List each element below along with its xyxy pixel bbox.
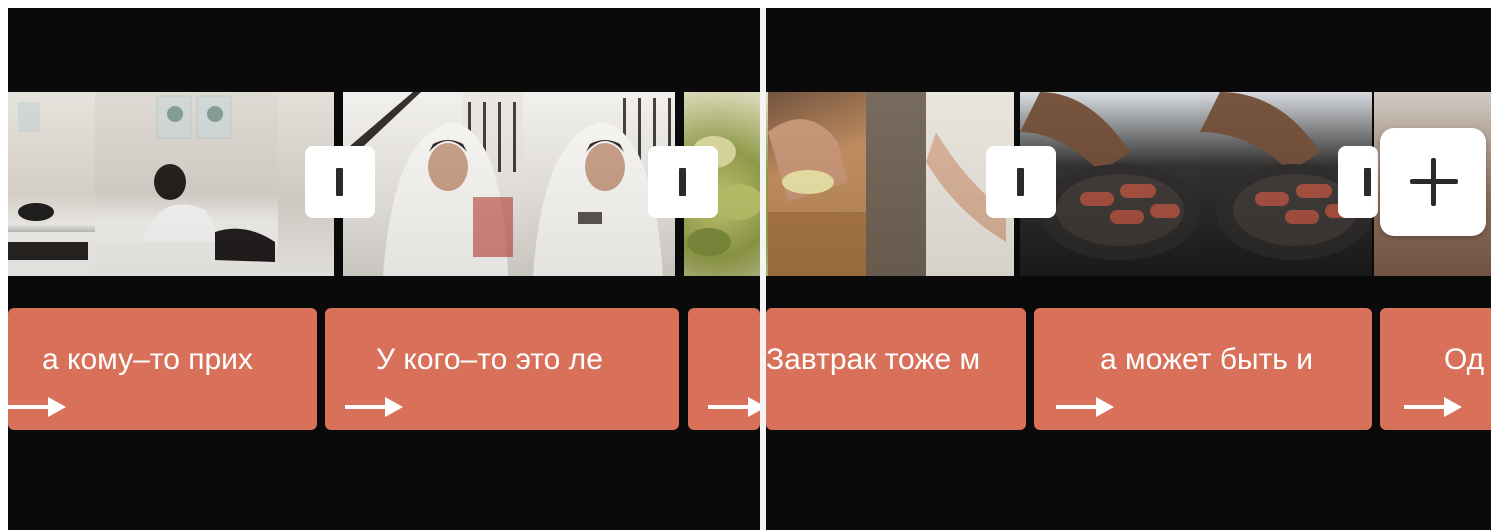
transition-button[interactable] [648,146,718,218]
caption-text: У кого–то это ле [376,343,603,376]
clip-thumbnail-blanket[interactable] [343,92,675,276]
arrow-right-icon [8,397,66,417]
transition-button[interactable] [1338,146,1378,218]
arrow-right-icon [1404,397,1462,417]
transition-button[interactable] [986,146,1056,218]
transition-icon [1017,168,1024,196]
video-timeline[interactable]: а кому–то прих У кого–то это ле Завтрак … [8,8,1491,530]
video-frame [95,92,278,276]
transition-icon [336,168,343,196]
clip-thumbnail-frying[interactable] [1020,92,1372,276]
playhead[interactable] [760,8,766,530]
caption-block[interactable]: У кого–то это ле [325,308,679,430]
caption-text: а может быть и [1100,343,1314,376]
add-clip-button[interactable] [1380,128,1486,236]
caption-block[interactable]: а кому–то прих [8,308,317,430]
video-frame [8,92,95,276]
clip-thumbnail-bedroom[interactable] [8,92,334,276]
video-frame [768,92,866,276]
arrow-right-icon [1056,397,1114,417]
transition-icon [679,168,686,196]
scene-figure [95,95,278,276]
transition-button[interactable] [305,146,375,218]
arrow-right-icon [708,397,760,417]
arrow-right-icon [345,397,403,417]
caption-text: Од [1444,343,1485,376]
transition-icon [1364,168,1371,196]
caption-block[interactable]: Завтрак тоже м [766,308,1026,430]
caption-text: Завтрак тоже м [766,343,981,376]
caption-block[interactable] [688,308,760,430]
scene-figure [768,119,866,276]
scene-figure [8,102,95,276]
caption-text: а кому–то прих [42,343,253,376]
caption-block[interactable]: а может быть и [1034,308,1372,430]
clip-thumbnail-cutting[interactable] [768,92,1014,276]
caption-block[interactable]: Од [1380,308,1491,430]
